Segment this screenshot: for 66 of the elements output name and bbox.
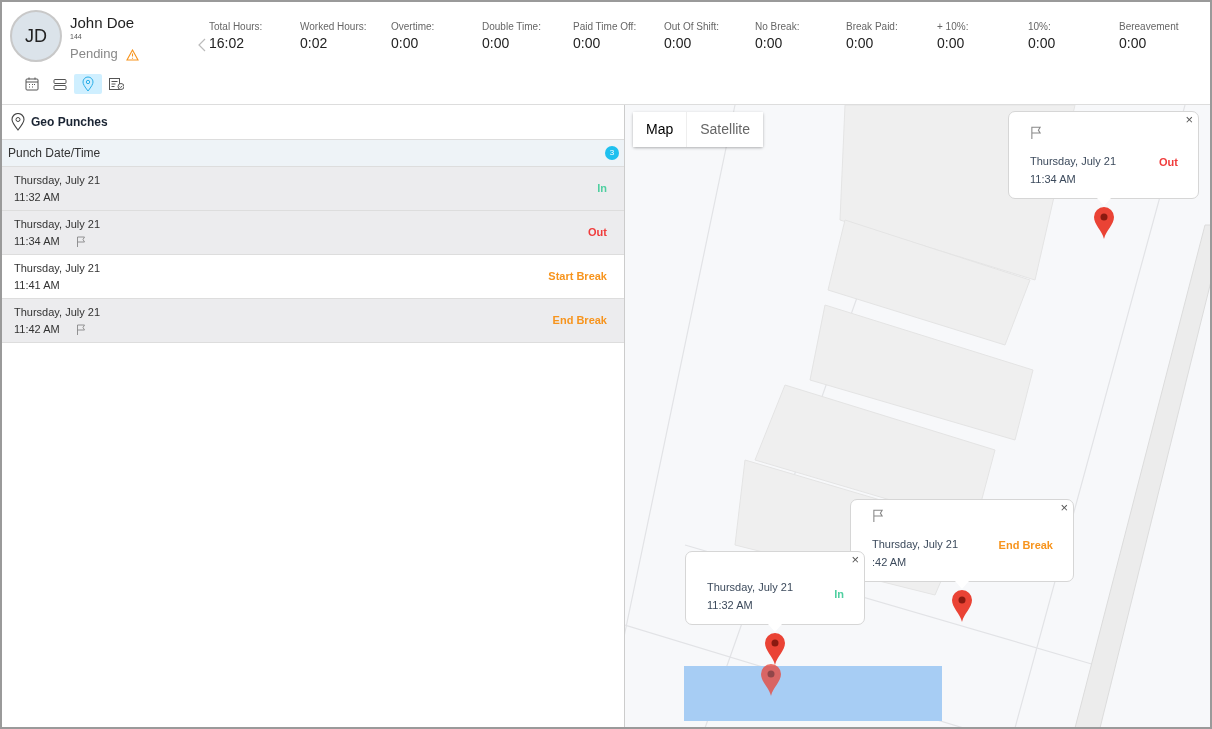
employee-name: John Doe xyxy=(70,14,136,32)
close-button[interactable]: × xyxy=(851,553,859,567)
map-type-button[interactable]: Satellite xyxy=(686,112,764,147)
stat-value: 0:00 xyxy=(482,34,511,53)
popup-date: Thursday, July 21 xyxy=(707,580,793,595)
popup-time: 11:34 AM xyxy=(1030,172,1077,187)
location-pin-icon xyxy=(11,113,25,131)
avatar: JD xyxy=(10,10,62,62)
punch-time: 11:32 AM xyxy=(14,189,60,205)
rows-icon xyxy=(52,76,68,92)
stat-label: No Break: xyxy=(755,20,801,33)
stat-value: 0:00 xyxy=(391,34,420,53)
stat-value: 0:00 xyxy=(1119,34,1148,53)
punch-time: 11:34 AM xyxy=(14,233,60,249)
map-pin-icon[interactable] xyxy=(951,589,973,623)
map-type-button[interactable]: Map xyxy=(633,112,687,147)
punch-date: Thursday, July 21 xyxy=(14,173,100,188)
map-pin-icon[interactable] xyxy=(764,632,786,666)
count-badge: 3 xyxy=(605,146,619,160)
punch-row[interactable]: Thursday, July 21 11:34 AM Out xyxy=(2,211,624,255)
stat-value: 0:00 xyxy=(937,34,966,53)
close-button[interactable]: × xyxy=(1060,501,1068,515)
stat-label: Total Hours: xyxy=(209,20,264,33)
stat-label: Worked Hours: xyxy=(300,20,368,33)
location-pin-icon xyxy=(80,76,96,92)
calendar-icon xyxy=(24,76,40,92)
stat-label: Out Of Shift: xyxy=(664,20,721,33)
punch-date: Thursday, July 21 xyxy=(14,305,100,320)
column-header: Punch Date/Time xyxy=(8,145,101,162)
close-button[interactable]: × xyxy=(1185,113,1193,127)
punch-date: Thursday, July 21 xyxy=(14,217,100,232)
punch-type: In xyxy=(834,586,844,602)
stat-value: 0:00 xyxy=(573,34,602,53)
popup-date: Thursday, July 21 xyxy=(1030,154,1116,169)
popup-time: :42 AM xyxy=(872,555,908,570)
punch-type: End Break xyxy=(552,313,607,329)
stat-label: + 10%: xyxy=(937,20,970,33)
punch-row[interactable]: Thursday, July 21 11:32 AM In xyxy=(2,167,624,211)
stat-label: Overtime: xyxy=(391,20,436,33)
map-pin-icon[interactable] xyxy=(1092,206,1115,240)
checklist-icon xyxy=(108,76,124,92)
stat-value: 0:00 xyxy=(1028,34,1057,53)
punch-type: In xyxy=(597,181,607,197)
punch-date: Thursday, July 21 xyxy=(14,261,100,276)
stat-label: 10%: xyxy=(1028,20,1052,33)
stat-label: Bereavement xyxy=(1119,20,1180,33)
punch-type: Start Break xyxy=(548,269,607,285)
stat-value: 0:00 xyxy=(664,34,693,53)
stat-label: Paid Time Off: xyxy=(573,20,638,33)
map-pin-icon[interactable] xyxy=(760,663,782,697)
popup-time: 11:32 AM xyxy=(707,598,754,613)
stat-label: Break Paid: xyxy=(846,20,899,33)
popup-date: Thursday, July 21 xyxy=(872,537,958,552)
punch-time: 11:41 AM xyxy=(14,277,60,293)
stat-value: 0:02 xyxy=(300,34,329,53)
stat-value: 0:00 xyxy=(846,34,875,53)
punch-type: End Break xyxy=(998,537,1053,553)
punch-type: Out xyxy=(1159,154,1178,170)
stat-value: 16:02 xyxy=(209,34,246,53)
punch-time: 11:42 AM xyxy=(14,321,60,337)
panel-title: Geo Punches xyxy=(31,114,108,131)
status-text: Pending xyxy=(70,45,118,64)
punch-type: Out xyxy=(588,225,607,241)
stat-value: 0:00 xyxy=(755,34,784,53)
stat-label: Double Time: xyxy=(482,20,542,33)
punch-row[interactable]: Thursday, July 21 11:42 AM End Break xyxy=(2,299,624,343)
